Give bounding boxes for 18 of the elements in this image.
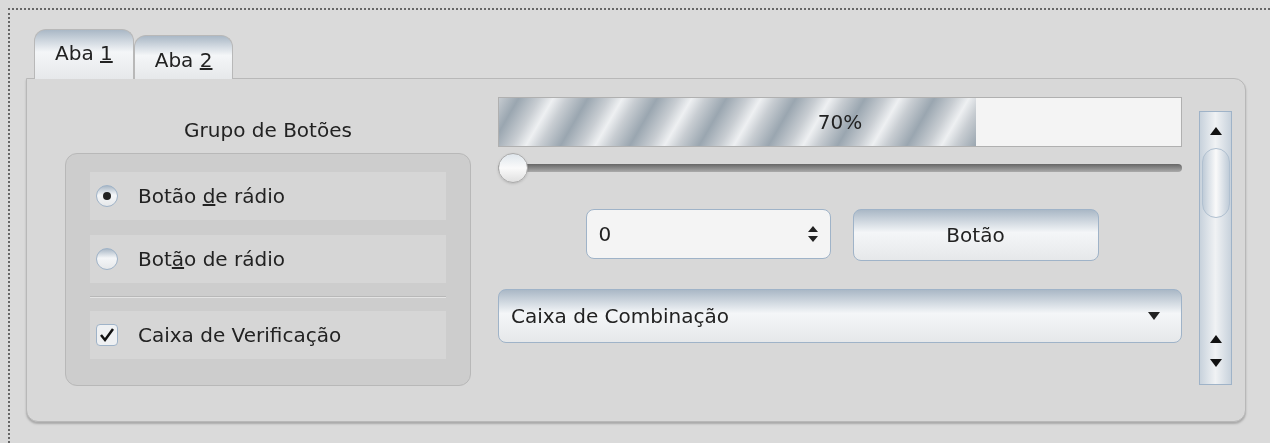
scroll-up-icon[interactable] (1208, 334, 1223, 344)
scroll-bar[interactable] (1199, 111, 1232, 385)
slider-handle[interactable] (498, 153, 528, 183)
group-title: Grupo de Botões (184, 117, 352, 144)
scroll-up-icon[interactable] (1208, 126, 1223, 136)
radio-button[interactable] (96, 185, 118, 207)
scroll-thumb[interactable] (1201, 148, 1230, 218)
push-button[interactable]: Botão (852, 209, 1099, 261)
radio-button[interactable] (96, 248, 118, 270)
tab[interactable]: Aba 1 (34, 29, 134, 79)
checkbox[interactable] (96, 324, 118, 346)
scroll-down-icon[interactable] (1208, 358, 1223, 368)
spin-box[interactable]: 0 (585, 209, 831, 259)
dropdown-arrow-icon[interactable] (1147, 311, 1161, 321)
slider-track[interactable] (498, 153, 1182, 183)
tab[interactable]: Aba 2 (133, 35, 234, 79)
progress-reading: 70% (817, 109, 863, 136)
combo-box[interactable]: Caixa de Combinação (498, 289, 1182, 343)
